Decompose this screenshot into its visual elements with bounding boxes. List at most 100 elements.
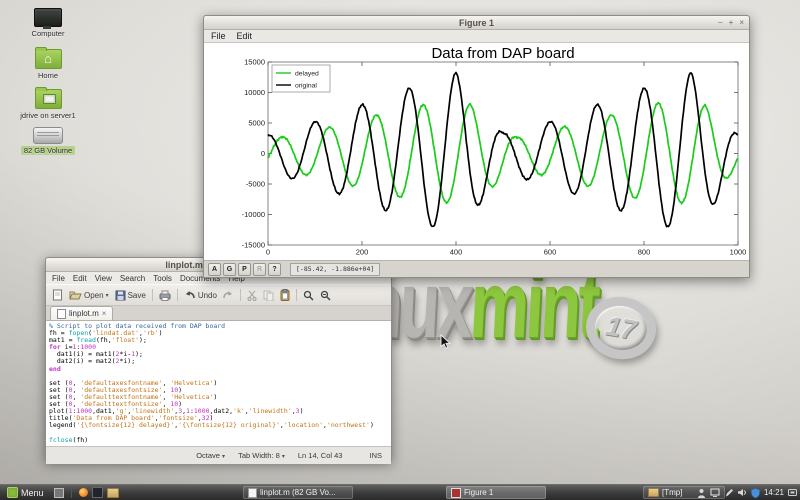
system-tray: 14:21	[697, 485, 797, 500]
menu-edit[interactable]: Edit	[237, 31, 253, 41]
redo-icon	[223, 290, 234, 300]
paste-button[interactable]	[280, 289, 290, 301]
folder-icon	[648, 488, 659, 497]
coordinates-readout: [-85.42, -1.886e+04]	[290, 263, 380, 276]
open-dropdown-caret: ▾	[106, 292, 109, 299]
x-tick-label: 800	[638, 248, 651, 257]
code-line: legend('{\fontsize{12} delayed}','{\font…	[49, 422, 391, 429]
desktop-icon-server[interactable]: jdrive on server1	[9, 86, 87, 120]
desktop-icon-volume[interactable]: 82 GB Volume	[9, 124, 87, 155]
copy-button[interactable]	[263, 290, 274, 301]
desktop-icon-home[interactable]: Home	[9, 46, 87, 80]
y-tick-label: 10000	[244, 88, 265, 97]
copy-icon	[263, 290, 274, 301]
code-line: dat2(i) = mat2(2*i);	[49, 358, 391, 365]
tab-width-selector[interactable]: Tab Width: 8 ▾	[238, 451, 285, 460]
editor-tabbar: linplot.m ×	[46, 306, 391, 321]
pan-button[interactable]: P	[238, 263, 251, 276]
paste-clipboard-icon	[280, 289, 290, 301]
wallpaper-version-number: 17	[604, 310, 639, 346]
show-desktop-icon[interactable]	[54, 488, 64, 498]
autoscale-button[interactable]: A	[208, 263, 221, 276]
figure-canvas: Data from DAP board 02004006008001000-15…	[204, 43, 749, 260]
file-manager-icon[interactable]	[107, 488, 119, 498]
menu-view[interactable]: View	[95, 274, 112, 283]
tab-label: linplot.m	[69, 309, 99, 318]
volume-icon[interactable]	[737, 488, 747, 497]
cursor-position: Ln 14, Col 43	[298, 451, 343, 460]
legend-label: original	[295, 82, 317, 89]
new-document-button[interactable]	[52, 289, 63, 301]
clock[interactable]: 14:21	[764, 488, 784, 497]
x-tick-label: 200	[356, 248, 369, 257]
series-original	[268, 73, 738, 227]
desktop-icon-label: jdrive on server1	[17, 111, 78, 120]
hard-drive-icon	[33, 127, 63, 144]
tab-linplot[interactable]: linplot.m ×	[50, 306, 113, 320]
replace-button[interactable]	[320, 290, 331, 301]
language-selector[interactable]: Octave ▾	[196, 451, 225, 460]
close-button[interactable]: ×	[739, 18, 744, 27]
open-button[interactable]: Open ▾	[69, 290, 109, 301]
toolbar-separator	[177, 289, 178, 301]
print-icon	[159, 290, 171, 301]
notes-applet-icon[interactable]	[724, 488, 733, 498]
menu-edit[interactable]: Edit	[73, 274, 87, 283]
figure-titlebar[interactable]: Figure 1 − + ×	[204, 16, 749, 30]
update-shield-icon[interactable]	[751, 488, 760, 498]
rotate-button[interactable]: R	[253, 263, 266, 276]
menu-button[interactable]: Menu	[3, 486, 48, 499]
minimize-button[interactable]: −	[718, 18, 723, 27]
removable-media-icon[interactable]	[788, 488, 797, 497]
separator	[71, 488, 72, 498]
save-icon	[115, 290, 126, 301]
menu-file[interactable]: File	[52, 274, 65, 283]
x-tick-label: 400	[450, 248, 463, 257]
browser-icon[interactable]	[79, 488, 88, 497]
document-icon	[57, 309, 66, 319]
y-tick-label: -5000	[246, 180, 265, 189]
y-tick-label: -15000	[242, 241, 265, 250]
y-tick-label: 5000	[248, 119, 265, 128]
undo-icon	[184, 290, 196, 300]
home-folder-icon	[35, 49, 62, 69]
cut-scissors-icon	[247, 290, 257, 301]
taskbar-window-editor[interactable]: linplot.m (82 GB Vo...	[243, 486, 353, 499]
insert-mode-indicator: INS	[369, 451, 382, 460]
desktop-icon-label: Computer	[29, 29, 68, 38]
find-button[interactable]	[303, 290, 314, 301]
editor-statusbar: Octave ▾ Tab Width: 8 ▾ Ln 14, Col 43 IN…	[46, 446, 391, 464]
editor-window: linplot.m (82 GB Volume) File Edit View …	[45, 257, 392, 461]
save-button[interactable]: Save	[115, 290, 146, 301]
y-tick-label: 15000	[244, 58, 265, 67]
code-editor-area[interactable]: % Script to plot data received from DAP …	[46, 321, 391, 446]
y-tick-label: 0	[261, 149, 265, 158]
terminal-icon[interactable]	[92, 487, 103, 498]
cut-button[interactable]	[247, 290, 257, 301]
menu-file[interactable]: File	[211, 31, 226, 41]
redo-button[interactable]	[223, 290, 234, 300]
menu-search[interactable]: Search	[120, 274, 145, 283]
menu-tools[interactable]: Tools	[153, 274, 172, 283]
grid-button[interactable]: G	[223, 263, 236, 276]
desktop-icon-computer[interactable]: Computer	[9, 8, 87, 38]
maximize-button[interactable]: +	[729, 18, 734, 27]
search-icon	[303, 290, 314, 301]
undo-button[interactable]: Undo	[184, 290, 217, 300]
desktop-icon-label: Home	[35, 71, 61, 80]
computer-icon	[34, 8, 62, 27]
taskbar-window-figure[interactable]: Figure 1	[446, 486, 546, 499]
help-button[interactable]: ?	[268, 263, 281, 276]
display-applet-icon[interactable]	[710, 488, 720, 497]
user-applet-icon[interactable]	[697, 488, 706, 498]
x-tick-label: 600	[544, 248, 557, 257]
print-button[interactable]	[159, 290, 171, 301]
plot-area[interactable]: 02004006008001000-15000-10000-5000050001…	[204, 43, 747, 260]
network-folder-icon	[35, 89, 62, 109]
code-line: end	[49, 366, 391, 373]
taskbar: Menu linplot.m (82 GB Vo... Figure 1 [Tm…	[0, 484, 800, 500]
figure-icon	[451, 488, 461, 498]
tab-close-button[interactable]: ×	[102, 309, 107, 318]
figure-menubar: File Edit	[204, 30, 749, 43]
x-tick-label: 0	[266, 248, 270, 257]
